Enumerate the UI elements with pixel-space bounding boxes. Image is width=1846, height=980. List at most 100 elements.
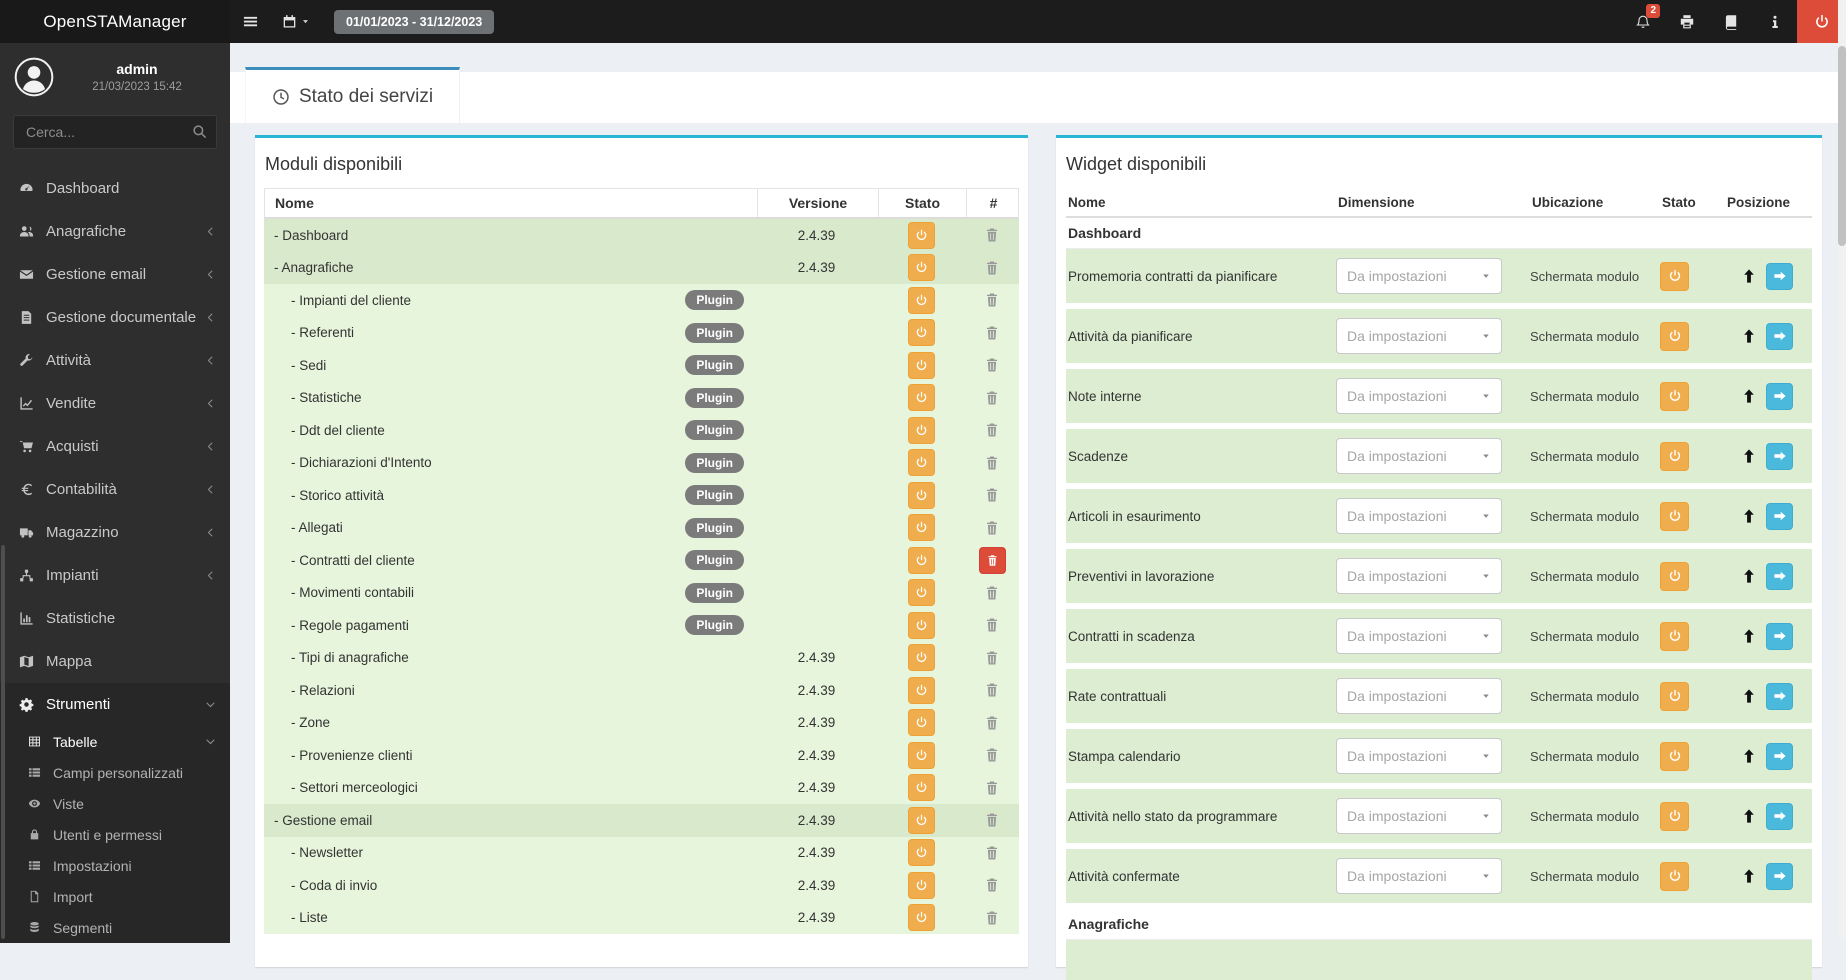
module-power-button[interactable]: [907, 514, 935, 542]
widget-move-up-button[interactable]: [1741, 508, 1757, 524]
widget-move-up-button[interactable]: [1741, 448, 1757, 464]
module-power-button[interactable]: [907, 221, 935, 249]
sidebar-item-vendite[interactable]: Vendite: [0, 382, 230, 425]
widget-move-button[interactable]: [1766, 322, 1793, 350]
sidebar-item-attivit[interactable]: Attività: [0, 339, 230, 382]
widget-power-button[interactable]: [1660, 621, 1689, 651]
sidebar-item-viste[interactable]: Viste: [0, 788, 230, 819]
module-delete-button[interactable]: [984, 292, 1000, 308]
widget-power-button[interactable]: [1660, 741, 1689, 771]
module-power-button[interactable]: [907, 546, 935, 574]
module-power-button[interactable]: [907, 904, 935, 932]
widget-move-up-button[interactable]: [1741, 688, 1757, 704]
module-delete-button[interactable]: [984, 650, 1000, 666]
module-delete-button[interactable]: [984, 455, 1000, 471]
widget-move-button[interactable]: [1766, 682, 1793, 710]
sidebar-item-import[interactable]: Import: [0, 881, 230, 912]
module-delete-button[interactable]: [984, 617, 1000, 633]
module-power-button[interactable]: [907, 839, 935, 867]
module-power-button[interactable]: [907, 286, 935, 314]
widget-dimension-select[interactable]: Da impostazioni: [1336, 798, 1502, 834]
module-power-button[interactable]: [907, 351, 935, 379]
widget-move-up-button[interactable]: [1741, 868, 1757, 884]
calendar-button[interactable]: [270, 0, 322, 43]
widget-dimension-select[interactable]: Da impostazioni: [1336, 738, 1502, 774]
sidebar-item-contabilit[interactable]: Contabilità: [0, 468, 230, 511]
sidebar-item-gestione-documentale[interactable]: Gestione documentale: [0, 296, 230, 339]
widget-move-button[interactable]: [1766, 742, 1793, 770]
module-delete-button[interactable]: [984, 260, 1000, 276]
docs-button[interactable]: [1709, 0, 1753, 43]
module-power-button[interactable]: [907, 416, 935, 444]
module-power-button[interactable]: [907, 579, 935, 607]
module-delete-button[interactable]: [984, 325, 1000, 341]
module-delete-button[interactable]: [984, 585, 1000, 601]
widget-move-button[interactable]: [1766, 502, 1793, 530]
module-delete-button[interactable]: [984, 715, 1000, 731]
widget-move-up-button[interactable]: [1741, 268, 1757, 284]
search-icon[interactable]: [192, 124, 207, 139]
module-delete-button[interactable]: [984, 780, 1000, 796]
module-power-button[interactable]: [907, 611, 935, 639]
sidebar-item-magazzino[interactable]: Magazzino: [0, 511, 230, 554]
module-delete-button[interactable]: [984, 747, 1000, 763]
module-power-button[interactable]: [907, 741, 935, 769]
sidebar-item-utenti-e-permessi[interactable]: Utenti e permessi: [0, 819, 230, 850]
module-power-button[interactable]: [907, 481, 935, 509]
module-delete-button[interactable]: [978, 546, 1006, 574]
sidebar-item-statistiche[interactable]: Statistiche: [0, 597, 230, 640]
widget-dimension-select[interactable]: Da impostazioni: [1336, 258, 1502, 294]
module-power-button[interactable]: [907, 319, 935, 347]
widget-power-button[interactable]: [1660, 801, 1689, 831]
widget-move-button[interactable]: [1766, 382, 1793, 410]
module-power-button[interactable]: [907, 676, 935, 704]
sidebar-item-dashboard[interactable]: Dashboard: [0, 167, 230, 210]
widget-power-button[interactable]: [1660, 861, 1689, 891]
widget-move-up-button[interactable]: [1741, 388, 1757, 404]
widget-move-up-button[interactable]: [1741, 328, 1757, 344]
sidebar-item-tabelle[interactable]: Tabelle: [0, 726, 230, 757]
sidebar-item-mappa[interactable]: Mappa: [0, 640, 230, 683]
app-logo[interactable]: OpenSTAManager: [0, 0, 230, 43]
module-delete-button[interactable]: [984, 682, 1000, 698]
page-scrollbar[interactable]: [1838, 0, 1846, 939]
scrollbar-thumb[interactable]: [1838, 46, 1846, 246]
module-power-button[interactable]: [907, 384, 935, 412]
print-button[interactable]: [1665, 0, 1709, 43]
widget-dimension-select[interactable]: Da impostazioni: [1336, 318, 1502, 354]
date-range-badge[interactable]: 01/01/2023 - 31/12/2023: [334, 9, 495, 34]
info-button[interactable]: [1753, 0, 1797, 43]
widget-power-button[interactable]: [1660, 681, 1689, 711]
widget-power-button[interactable]: [1660, 561, 1689, 591]
widget-dimension-select[interactable]: Da impostazioni: [1336, 498, 1502, 534]
sidebar-item-campi-personalizzati[interactable]: Campi personalizzati: [0, 757, 230, 788]
tab-stato-dei-servizi[interactable]: Stato dei servizi: [245, 67, 460, 123]
search-input[interactable]: [13, 115, 217, 149]
widget-move-button[interactable]: [1766, 862, 1793, 890]
widget-dimension-select[interactable]: Da impostazioni: [1336, 438, 1502, 474]
widget-move-button[interactable]: [1766, 802, 1793, 830]
widget-move-up-button[interactable]: [1741, 748, 1757, 764]
widget-power-button[interactable]: [1660, 501, 1689, 531]
module-power-button[interactable]: [907, 774, 935, 802]
module-power-button[interactable]: [907, 644, 935, 672]
widget-move-button[interactable]: [1766, 262, 1793, 290]
widget-move-up-button[interactable]: [1741, 628, 1757, 644]
widget-power-button[interactable]: [1660, 321, 1689, 351]
sidebar-item-acquisti[interactable]: Acquisti: [0, 425, 230, 468]
sidebar-scrollbar[interactable]: [1, 545, 5, 939]
module-delete-button[interactable]: [984, 812, 1000, 828]
widget-power-button[interactable]: [1660, 261, 1689, 291]
module-delete-button[interactable]: [984, 520, 1000, 536]
module-delete-button[interactable]: [984, 845, 1000, 861]
widget-dimension-select[interactable]: Da impostazioni: [1336, 678, 1502, 714]
module-delete-button[interactable]: [984, 357, 1000, 373]
sidebar-toggle-button[interactable]: [230, 0, 270, 43]
module-power-button[interactable]: [907, 254, 935, 282]
sidebar-item-impianti[interactable]: Impianti: [0, 554, 230, 597]
widget-power-button[interactable]: [1660, 381, 1689, 411]
notifications-button[interactable]: 2: [1621, 0, 1665, 43]
sidebar-item-gestione-email[interactable]: Gestione email: [0, 253, 230, 296]
module-delete-button[interactable]: [984, 227, 1000, 243]
sidebar-item-anagrafiche[interactable]: Anagrafiche: [0, 210, 230, 253]
